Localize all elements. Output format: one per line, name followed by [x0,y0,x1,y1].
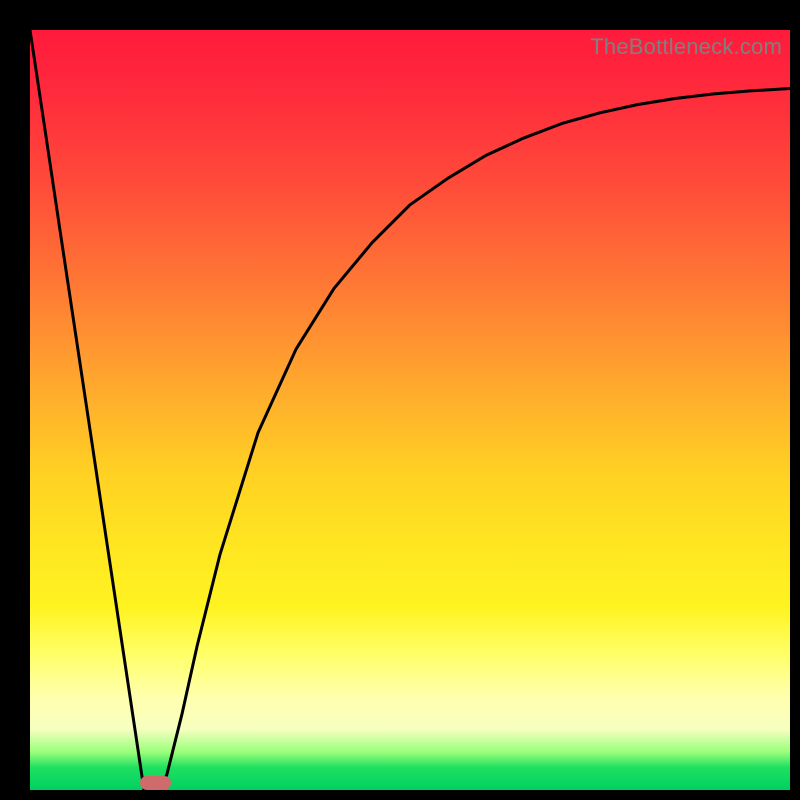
optimal-range-marker [140,776,170,790]
plot-area: TheBottleneck.com [30,30,790,790]
curve-layer [30,30,790,790]
chart-frame: TheBottleneck.com [0,0,800,800]
bottleneck-curve-path [30,30,790,790]
